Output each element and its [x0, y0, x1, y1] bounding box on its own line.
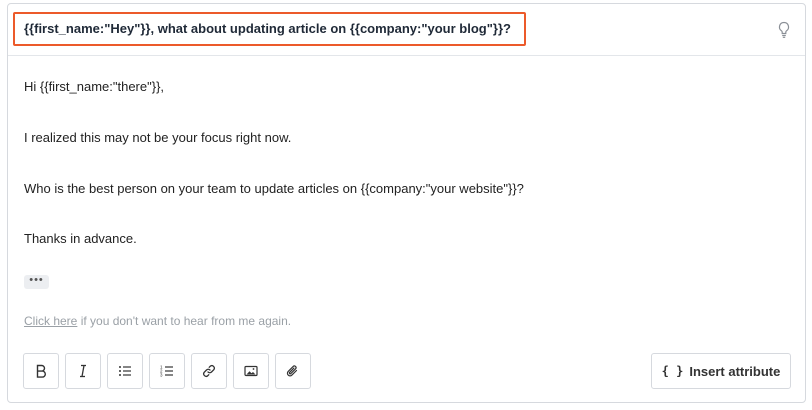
- body-line-2: Who is the best person on your team to u…: [24, 181, 524, 196]
- attachment-button[interactable]: [275, 353, 311, 389]
- bold-button[interactable]: [23, 353, 59, 389]
- italic-icon: [80, 364, 86, 378]
- lightbulb-icon[interactable]: [777, 21, 791, 39]
- body-line-1: I realized this may not be your focus ri…: [24, 130, 292, 145]
- subject-row: {{first_name:"Hey"}}, what about updatin…: [8, 4, 805, 56]
- body-closing: Thanks in advance.: [24, 231, 137, 246]
- email-editor: {{first_name:"Hey"}}, what about updatin…: [7, 3, 806, 403]
- image-button[interactable]: [233, 353, 269, 389]
- link-button[interactable]: [191, 353, 227, 389]
- paperclip-icon: [286, 365, 298, 377]
- subject-text: {{first_name:"Hey"}}, what about updatin…: [24, 21, 511, 36]
- image-icon: [244, 365, 258, 377]
- italic-button[interactable]: [65, 353, 101, 389]
- subject-input[interactable]: {{first_name:"Hey"}}, what about updatin…: [13, 12, 526, 46]
- show-trimmed-content-button[interactable]: •••: [24, 275, 49, 289]
- insert-attribute-label: Insert attribute: [689, 363, 781, 379]
- unsubscribe-line: Click here if you don't want to hear fro…: [24, 314, 291, 328]
- curly-braces-icon: { }: [661, 364, 684, 378]
- numbered-list-button[interactable]: 1 2 3: [149, 353, 185, 389]
- svg-text:3: 3: [160, 373, 163, 378]
- link-icon: [203, 365, 215, 377]
- numbered-list-icon: 1 2 3: [160, 365, 173, 378]
- bullet-list-button[interactable]: [107, 353, 143, 389]
- insert-attribute-button[interactable]: { } Insert attribute: [651, 353, 791, 389]
- unsubscribe-text: if you don't want to hear from me again.: [77, 314, 292, 328]
- bold-icon: [36, 364, 46, 378]
- bullet-list-icon: [119, 366, 131, 376]
- body-greeting: Hi {{first_name:"there"}},: [24, 79, 165, 94]
- unsubscribe-link[interactable]: Click here: [24, 314, 77, 328]
